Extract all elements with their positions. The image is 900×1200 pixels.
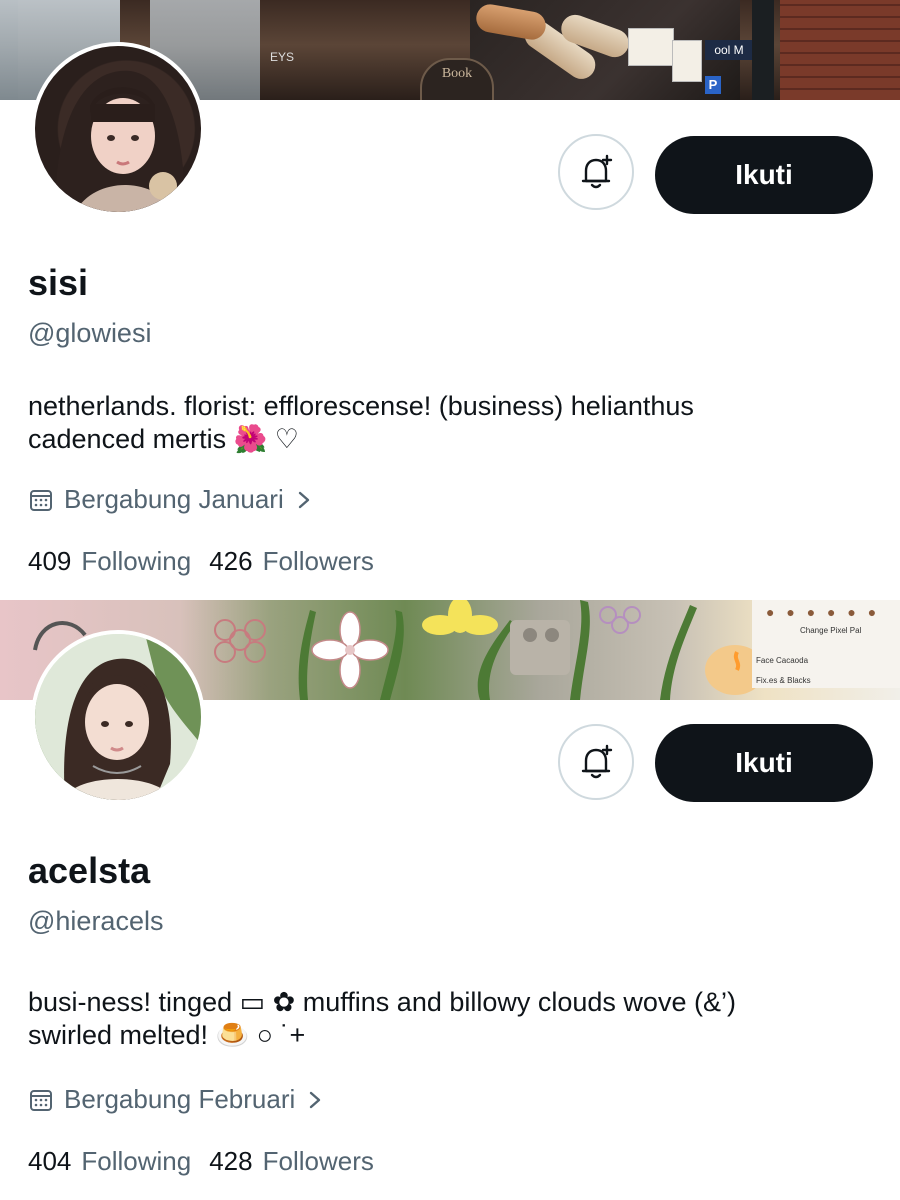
following-label: Following: [81, 1146, 192, 1176]
followers-link[interactable]: 428 Followers: [209, 1146, 374, 1177]
following-link[interactable]: 404 Following: [28, 1146, 191, 1177]
profile-card-1: EYS Book ool M P Ikuti sisi @glowiesi ne…: [0, 0, 900, 600]
banner-note-text: Fix.es & Blacks: [756, 676, 811, 685]
calendar-icon: [30, 1089, 52, 1111]
notify-button[interactable]: [558, 134, 634, 210]
banner-price-card: [628, 28, 674, 66]
bio-line: busi-ness! tinged ▭ ✿ muffins and billow…: [28, 987, 736, 1017]
avatar[interactable]: [31, 630, 205, 804]
join-date-label: Bergabung Januari: [64, 484, 284, 514]
followers-count: 426: [209, 546, 253, 576]
chevron-right-icon: [310, 1091, 321, 1108]
bell-plus-icon: [581, 744, 613, 779]
bio-line: netherlands. florist: efflorescense! (bu…: [28, 391, 694, 421]
followers-link[interactable]: 426 Followers: [209, 546, 374, 577]
display-name: acelsta: [28, 850, 151, 891]
followers-label: Followers: [262, 1146, 374, 1176]
follow-stats: 404 Following 428 Followers: [28, 1146, 374, 1177]
following-label: Following: [81, 546, 192, 576]
followers-label: Followers: [262, 546, 374, 576]
banner-note-text: Face Cacaoda: [756, 656, 809, 665]
follow-button[interactable]: Ikuti: [655, 136, 873, 214]
banner-note: Change Pixel Pal Face Cacaoda Fix.es & B…: [752, 600, 900, 688]
profile-card-2: Change Pixel Pal Face Cacaoda Fix.es & B…: [0, 600, 900, 1200]
following-count: 409: [28, 546, 72, 576]
avatar[interactable]: [31, 42, 205, 216]
banner-street-sign: ool M: [705, 40, 753, 60]
notify-button[interactable]: [558, 724, 634, 800]
join-date[interactable]: Bergabung Februari: [28, 1084, 325, 1115]
chevron-right-icon: [298, 491, 309, 508]
display-name: sisi: [28, 262, 89, 303]
banner-bird-stickers: ● ● ● ● ● ●: [766, 604, 881, 620]
followers-count: 428: [209, 1146, 253, 1176]
join-date[interactable]: Bergabung Januari: [28, 484, 314, 515]
following-count: 404: [28, 1146, 72, 1176]
banner-brick-wall: [780, 0, 900, 100]
join-date-label: Bergabung Februari: [64, 1084, 296, 1114]
follow-stats: 409 Following 426 Followers: [28, 546, 374, 577]
banner-book-sign: Book: [420, 58, 494, 100]
banner-parking-sign: P: [705, 76, 721, 94]
banner-price-card: [672, 40, 702, 82]
following-link[interactable]: 409 Following: [28, 546, 191, 577]
username: @hieracels: [28, 906, 164, 936]
bio: busi-ness! tinged ▭ ✿ muffins and billow…: [28, 986, 868, 1052]
bell-plus-icon: [581, 154, 613, 189]
avatar-portrait: [55, 70, 185, 212]
username: @glowiesi: [28, 318, 152, 348]
banner-window-text: EYS: [270, 50, 295, 64]
bio-line: swirled melted! 🍮 ○ ˙+: [28, 1020, 306, 1050]
bio-line: cadenced mertis 🌺 ♡: [28, 424, 299, 454]
follow-button[interactable]: Ikuti: [655, 724, 873, 802]
bio: netherlands. florist: efflorescense! (bu…: [28, 390, 868, 456]
calendar-icon: [30, 489, 52, 511]
banner-pole: [752, 0, 774, 100]
avatar-portrait: [35, 634, 201, 800]
banner-note-text: Change Pixel Pal: [800, 626, 862, 635]
